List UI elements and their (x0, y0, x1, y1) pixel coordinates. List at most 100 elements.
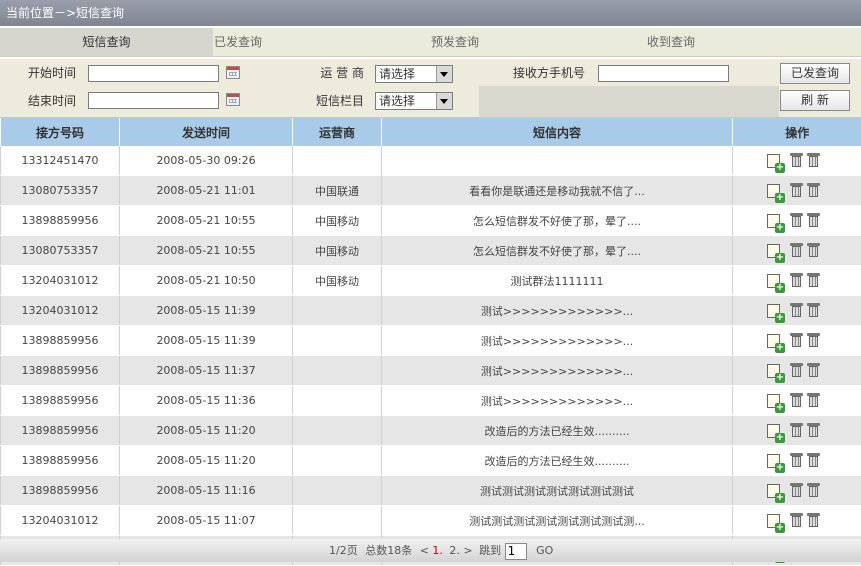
column-header: 接方号码 (1, 118, 120, 146)
chevron-down-icon[interactable] (436, 66, 452, 82)
carrier-select-value: 请选择 (379, 67, 415, 81)
tab-scheduled-query[interactable]: 预发查询 (431, 28, 479, 56)
chevron-down-icon[interactable] (436, 93, 452, 109)
send-time-cell: 2008-05-15 11:07 (120, 506, 293, 536)
start-time-input[interactable] (88, 65, 219, 82)
page-info: 1/2页 (329, 539, 358, 562)
delete-icon[interactable] (790, 153, 803, 168)
send-time-cell: 2008-05-21 10:50 (120, 266, 293, 296)
table-row[interactable]: 132040310122008-05-21 10:50中国移动测试群法11111… (1, 266, 861, 296)
delete-icon[interactable] (790, 183, 803, 198)
delete-icon[interactable] (790, 273, 803, 288)
column-header: 操作 (733, 118, 861, 146)
add-icon[interactable] (767, 214, 780, 228)
table-row[interactable]: 132040310122008-05-15 11:39测试>>>>>>>>>>>… (1, 296, 861, 326)
add-icon[interactable] (767, 244, 780, 258)
carrier-cell: 中国联通 (293, 176, 382, 206)
table-row[interactable]: 133124514702008-05-30 09:26 (1, 146, 861, 176)
table-row[interactable]: 138988599562008-05-15 11:37测试>>>>>>>>>>>… (1, 356, 861, 386)
delete-icon[interactable] (807, 153, 820, 168)
delete-icon[interactable] (790, 483, 803, 498)
delete-icon[interactable] (790, 393, 803, 408)
delete-icon[interactable] (807, 333, 820, 348)
delete-icon[interactable] (807, 393, 820, 408)
add-icon[interactable] (767, 484, 780, 498)
next-page-link[interactable]: > (463, 539, 472, 562)
receiver-number-cell: 13204031012 (1, 506, 120, 536)
prev-page-link[interactable]: < (420, 539, 429, 562)
delete-icon[interactable] (807, 243, 820, 258)
actions-cell (733, 326, 861, 356)
tab-received-query[interactable]: 收到查询 (647, 28, 695, 56)
delete-icon[interactable] (790, 333, 803, 348)
add-icon[interactable] (767, 154, 780, 168)
delete-icon[interactable] (807, 303, 820, 318)
table-row[interactable]: 138988599562008-05-21 10:55中国移动怎么短信群发不好使… (1, 206, 861, 236)
carrier-cell: 中国移动 (293, 236, 382, 266)
delete-icon[interactable] (807, 273, 820, 288)
sms-content-cell: 看看你是联通还是移动我就不信了... (382, 176, 733, 206)
carrier-select[interactable]: 请选择 (375, 65, 453, 83)
phone-input[interactable] (598, 65, 729, 82)
send-time-cell: 2008-05-15 11:39 (120, 326, 293, 356)
delete-icon[interactable] (807, 483, 820, 498)
sms-content-cell: 改造后的方法已经生效.......... (382, 446, 733, 476)
pagination: 1/2页 总数18条 < 1. 2. > 跳到 1 GO (0, 539, 861, 562)
delete-icon[interactable] (807, 453, 820, 468)
actions-cell (733, 506, 861, 536)
table-row[interactable]: 130807533572008-05-21 11:01中国联通看看你是联通还是移… (1, 176, 861, 206)
start-time-label: 开始时间 (0, 60, 76, 86)
add-icon[interactable] (767, 304, 780, 318)
delete-icon[interactable] (790, 243, 803, 258)
page-number-input[interactable]: 1 (505, 543, 527, 560)
go-button[interactable]: GO (536, 539, 553, 562)
table-row[interactable]: 138988599562008-05-15 11:20改造后的方法已经生效...… (1, 416, 861, 446)
column-select[interactable]: 请选择 (375, 92, 453, 110)
actions-cell (733, 476, 861, 506)
tab-sent-query[interactable]: 已发查询 (214, 28, 262, 56)
delete-icon[interactable] (790, 453, 803, 468)
receiver-number-cell: 13898859956 (1, 416, 120, 446)
add-icon[interactable] (767, 334, 780, 348)
calendar-icon[interactable] (226, 66, 240, 79)
add-icon[interactable] (767, 364, 780, 378)
receiver-number-cell: 13204031012 (1, 266, 120, 296)
page-link-2[interactable]: 2. (449, 539, 460, 562)
table-row[interactable]: 138988599562008-05-15 11:39测试>>>>>>>>>>>… (1, 326, 861, 356)
refresh-button[interactable]: 刷 新 (780, 90, 850, 111)
send-time-cell: 2008-05-15 11:16 (120, 476, 293, 506)
table-row[interactable]: 138988599562008-05-15 11:16测试测试测试测试测试测试测… (1, 476, 861, 506)
add-icon[interactable] (767, 274, 780, 288)
table-body: 133124514702008-05-30 09:261308075335720… (1, 146, 861, 566)
delete-icon[interactable] (807, 363, 820, 378)
table-row[interactable]: 138988599562008-05-15 11:20改造后的方法已经生效...… (1, 446, 861, 476)
delete-icon[interactable] (807, 513, 820, 528)
end-time-input[interactable] (88, 92, 219, 109)
add-icon[interactable] (767, 424, 780, 438)
table-row[interactable]: 138988599562008-05-15 11:36测试>>>>>>>>>>>… (1, 386, 861, 416)
delete-icon[interactable] (790, 513, 803, 528)
sms-table: 接方号码 发送时间 运营商 短信内容 操作 133124514702008-05… (0, 118, 861, 566)
sms-content-cell: 测试>>>>>>>>>>>>>... (382, 296, 733, 326)
table-row[interactable]: 132040310122008-05-15 11:07测试测试测试测试测试测试测… (1, 506, 861, 536)
add-icon[interactable] (767, 184, 780, 198)
carrier-cell (293, 476, 382, 506)
add-icon[interactable] (767, 394, 780, 408)
delete-icon[interactable] (790, 423, 803, 438)
carrier-cell: 中国移动 (293, 206, 382, 236)
sent-query-button[interactable]: 已发查询 (780, 63, 850, 84)
delete-icon[interactable] (807, 213, 820, 228)
delete-icon[interactable] (790, 213, 803, 228)
breadcrumb: 当前位置－>短信查询 (0, 0, 861, 28)
calendar-icon[interactable] (226, 93, 240, 106)
delete-icon[interactable] (790, 303, 803, 318)
total-count: 总数18条 (365, 539, 412, 562)
delete-icon[interactable] (807, 183, 820, 198)
add-icon[interactable] (767, 514, 780, 528)
table-row[interactable]: 130807533572008-05-21 10:55中国移动怎么短信群发不好使… (1, 236, 861, 266)
delete-icon[interactable] (790, 363, 803, 378)
tab-sms-query[interactable]: 短信查询 (0, 28, 213, 56)
add-icon[interactable] (767, 454, 780, 468)
page-link-1[interactable]: 1. (432, 539, 443, 562)
delete-icon[interactable] (807, 423, 820, 438)
